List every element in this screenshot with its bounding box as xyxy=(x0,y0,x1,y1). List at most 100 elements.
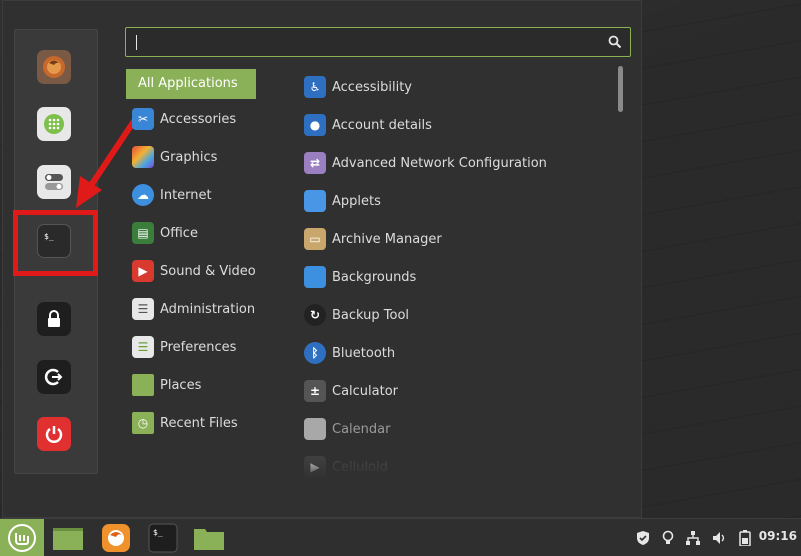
terminal-favorite[interactable]: $_ xyxy=(37,224,71,258)
tray-shield[interactable] xyxy=(633,528,653,548)
logout-icon xyxy=(44,368,63,386)
category-label: Preferences xyxy=(160,339,237,355)
tray-volume[interactable] xyxy=(709,528,729,548)
logout-favorite[interactable] xyxy=(37,360,71,394)
clock[interactable]: 09:16 xyxy=(759,529,797,543)
software-manager-favorite[interactable] xyxy=(37,107,71,141)
category-label: Internet xyxy=(160,187,212,203)
search-box[interactable] xyxy=(125,27,631,57)
terminal-icon: $_ xyxy=(44,232,54,241)
search-icon xyxy=(608,35,622,49)
toggle-icon: ☰ xyxy=(132,336,154,358)
menu-button[interactable] xyxy=(0,519,44,556)
app-applets[interactable]: Applets xyxy=(304,187,604,215)
category-recent-files[interactable]: ◷ Recent Files xyxy=(132,410,282,436)
app-list-scrollbar[interactable] xyxy=(618,66,623,112)
network-icon: ⇄ xyxy=(304,152,326,174)
app-bluetooth[interactable]: ᛒ Bluetooth xyxy=(304,339,604,367)
category-all-applications[interactable]: All Applications xyxy=(126,69,256,99)
celluloid-icon: ▶ xyxy=(304,456,326,478)
graphics-icon xyxy=(132,146,154,168)
category-label: Office xyxy=(160,225,198,241)
firefox-favorite[interactable] xyxy=(37,50,71,84)
app-label: Archive Manager xyxy=(332,231,442,247)
battery-icon xyxy=(739,530,751,546)
app-label: Calculator xyxy=(332,383,399,399)
lock-screen-icon xyxy=(48,310,60,327)
shutdown-icon xyxy=(45,426,63,443)
category-internet[interactable]: ☁ Internet xyxy=(132,182,282,208)
category-label: Accessories xyxy=(160,111,237,127)
toggle-icon: ☰ xyxy=(132,298,154,320)
tray-redshift[interactable] xyxy=(658,528,678,548)
volume-icon xyxy=(713,532,725,544)
shutdown-favorite[interactable] xyxy=(37,417,71,451)
app-label: Applets xyxy=(332,193,381,209)
app-label: Backgrounds xyxy=(332,269,417,285)
category-label: Recent Files xyxy=(160,415,238,431)
recent-folder-icon: ◷ xyxy=(132,412,154,434)
folder-icon xyxy=(132,374,154,396)
app-calendar[interactable]: Calendar xyxy=(304,415,604,443)
category-preferences[interactable]: ☰ Preferences xyxy=(132,334,282,360)
firefox-icon xyxy=(43,56,65,78)
category-sound-video[interactable]: ▶ Sound & Video xyxy=(132,258,282,284)
category-office[interactable]: ▤ Office xyxy=(132,220,282,246)
applets-icon xyxy=(304,190,326,212)
app-label: Account details xyxy=(332,117,432,133)
app-label: Backup Tool xyxy=(332,307,410,323)
lightbulb-icon xyxy=(662,530,674,544)
taskbar-files[interactable] xyxy=(191,522,227,554)
svg-text:$_: $_ xyxy=(44,232,54,241)
settings-favorite[interactable] xyxy=(37,165,71,199)
category-graphics[interactable]: Graphics xyxy=(132,144,282,170)
user-icon: ● xyxy=(304,114,326,136)
category-places[interactable]: Places xyxy=(132,372,282,398)
taskbar-terminal[interactable]: $_ xyxy=(145,522,181,554)
text-caret xyxy=(136,35,137,50)
app-label: Bluetooth xyxy=(332,345,396,361)
category-label: Graphics xyxy=(160,149,218,165)
category-accessories[interactable]: ✂ Accessories xyxy=(132,106,282,132)
office-icon: ▤ xyxy=(132,222,154,244)
app-celluloid[interactable]: ▶ Celluloid xyxy=(304,453,604,481)
settings-toggle-icon xyxy=(45,174,63,190)
bluetooth-icon: ᛒ xyxy=(304,342,326,364)
svg-text:$_: $_ xyxy=(153,528,163,537)
calendar-icon xyxy=(304,418,326,440)
app-label: Celluloid xyxy=(332,459,388,475)
desktop-icon xyxy=(53,528,83,550)
app-label: Calendar xyxy=(332,421,391,437)
app-label: Advanced Network Configuration xyxy=(332,155,547,171)
network-icon xyxy=(686,531,700,545)
software-manager-icon xyxy=(44,114,64,134)
tray-network[interactable] xyxy=(683,528,703,548)
app-backgrounds[interactable]: Backgrounds xyxy=(304,263,604,291)
cloud-icon: ☁ xyxy=(132,184,154,206)
taskbar-firefox[interactable] xyxy=(98,522,134,554)
app-account-details[interactable]: ● Account details xyxy=(304,111,604,139)
taskbar-show-desktop[interactable] xyxy=(50,522,86,554)
search-input[interactable] xyxy=(126,28,596,56)
archive-icon: ▭ xyxy=(304,228,326,250)
backup-icon: ↻ xyxy=(304,304,326,326)
app-advanced-network[interactable]: ⇄ Advanced Network Configuration xyxy=(304,149,604,177)
tray-battery[interactable] xyxy=(735,528,755,548)
category-label: Sound & Video xyxy=(160,263,256,279)
backgrounds-icon xyxy=(304,266,326,288)
shield-icon xyxy=(637,531,649,545)
app-accessibility[interactable]: ♿ Accessibility xyxy=(304,73,604,101)
mint-logo-icon xyxy=(8,524,36,552)
app-label: Accessibility xyxy=(332,79,412,95)
firefox-icon xyxy=(102,524,130,552)
lock-screen-favorite[interactable] xyxy=(37,302,71,336)
terminal-icon: $_ xyxy=(148,523,178,553)
app-calculator[interactable]: ± Calculator xyxy=(304,377,604,405)
folder-icon xyxy=(194,529,224,550)
app-archive-manager[interactable]: ▭ Archive Manager xyxy=(304,225,604,253)
category-administration[interactable]: ☰ Administration xyxy=(132,296,282,322)
taskbar: $_ 09:16 xyxy=(0,518,801,556)
calculator-icon: ± xyxy=(304,380,326,402)
category-label: Places xyxy=(160,377,202,393)
app-backup-tool[interactable]: ↻ Backup Tool xyxy=(304,301,604,329)
